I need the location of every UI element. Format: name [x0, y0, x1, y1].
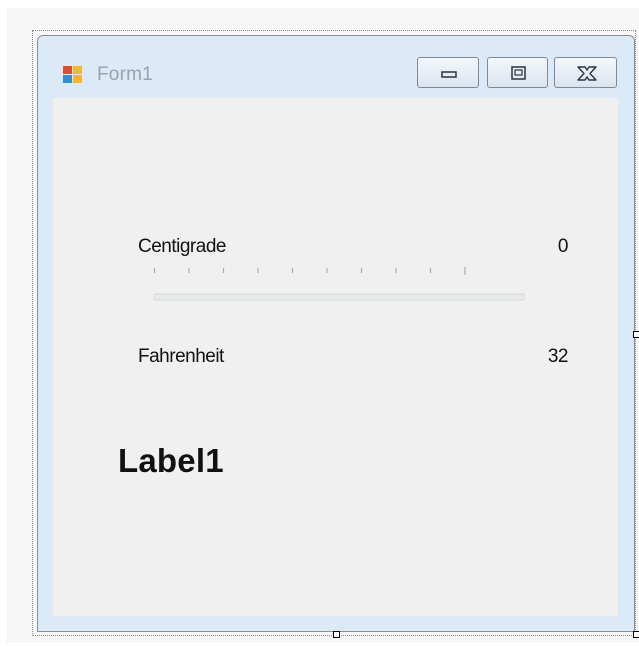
trackbar-track — [153, 293, 525, 301]
trackbar-ticks — [119, 267, 466, 275]
resize-handle-corner[interactable] — [633, 631, 639, 638]
window-title: Form1 — [97, 64, 153, 85]
title-bar[interactable]: Form1 — [38, 36, 634, 98]
centigrade-trackbar[interactable] — [114, 266, 529, 326]
maximize-button[interactable] — [487, 57, 548, 88]
minimize-icon — [441, 71, 457, 78]
form-icon — [62, 65, 84, 85]
fahrenheit-label: Fahrenheit — [138, 346, 224, 367]
form-client-area: Centigrade 0 Fahrenheit 32 Label1 — [53, 98, 618, 616]
centigrade-label: Centigrade — [138, 236, 226, 257]
resize-handle-bottom[interactable] — [333, 631, 340, 638]
form-window[interactable]: Form1 Centigrade 0 Fahrenheit 32 Label1 — [37, 35, 635, 632]
minimize-button[interactable] — [417, 57, 479, 88]
centigrade-value: 0 — [557, 236, 569, 257]
resize-handle-right[interactable] — [633, 331, 639, 338]
fahrenheit-value: 32 — [547, 346, 569, 367]
label1: Label1 — [118, 442, 224, 479]
close-button[interactable] — [554, 57, 617, 88]
close-icon — [577, 66, 597, 81]
maximize-icon — [511, 66, 526, 80]
